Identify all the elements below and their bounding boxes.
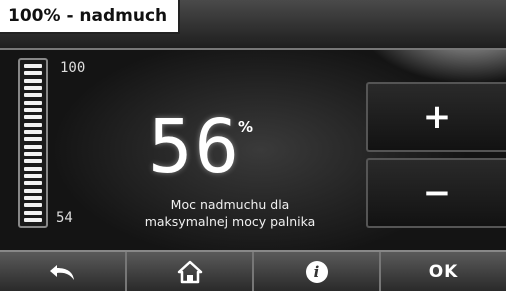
description-line-2: maksymalnej mocy palnika	[144, 214, 316, 229]
level-bar-segment	[24, 166, 42, 171]
level-bar-segment	[24, 115, 42, 120]
level-bar-segment	[24, 137, 42, 142]
setting-description: Moc nadmuchu dla maksymalnej mocy palnik…	[110, 196, 350, 230]
level-bar-segment	[24, 144, 42, 149]
increase-button[interactable]: +	[366, 82, 506, 152]
level-bar-segment	[24, 159, 42, 164]
minus-icon: −	[422, 173, 452, 213]
info-button[interactable]: i	[254, 252, 381, 291]
level-bar-segment	[24, 188, 42, 193]
level-bar-segment	[24, 151, 42, 156]
undo-arrow-icon	[49, 264, 74, 280]
ok-button[interactable]: OK	[381, 252, 506, 291]
setting-unit: %	[238, 118, 254, 136]
level-bar-segment	[24, 93, 42, 98]
level-bar-segments	[24, 64, 42, 222]
level-bar-segment	[24, 173, 42, 178]
home-icon	[177, 260, 202, 283]
setting-value: 56	[148, 104, 242, 190]
level-bar-segment	[24, 181, 42, 186]
header-divider	[0, 48, 506, 50]
level-bar-segment	[24, 129, 42, 134]
level-bar-max-label: 100	[60, 60, 86, 76]
page-title: 100% - nadmuch	[0, 0, 180, 34]
decrease-button[interactable]: −	[366, 158, 506, 228]
level-bar-segment	[24, 64, 42, 68]
level-bar-segment	[24, 71, 42, 76]
level-bar-segment	[24, 203, 42, 208]
description-line-1: Moc nadmuchu dla	[170, 197, 290, 212]
level-bar-segment	[24, 107, 42, 112]
footer-toolbar: i OK	[0, 250, 506, 291]
level-bar-segment	[24, 122, 42, 127]
level-bar	[18, 58, 48, 228]
info-icon: i	[305, 260, 328, 283]
level-bar-min-label: 54	[56, 210, 73, 226]
level-bar-segment	[24, 195, 42, 200]
plus-icon: +	[422, 97, 452, 137]
back-button[interactable]	[0, 252, 127, 291]
level-bar-segment	[24, 217, 42, 222]
level-bar-segment	[24, 85, 42, 90]
level-bar-segment	[24, 210, 42, 215]
home-button[interactable]	[127, 252, 254, 291]
screen: 100% - nadmuch 100 54 56 % Moc nadmuchu …	[0, 0, 506, 291]
level-bar-segment	[24, 100, 42, 105]
ok-label: OK	[428, 261, 459, 282]
level-bar-segment	[24, 78, 42, 83]
